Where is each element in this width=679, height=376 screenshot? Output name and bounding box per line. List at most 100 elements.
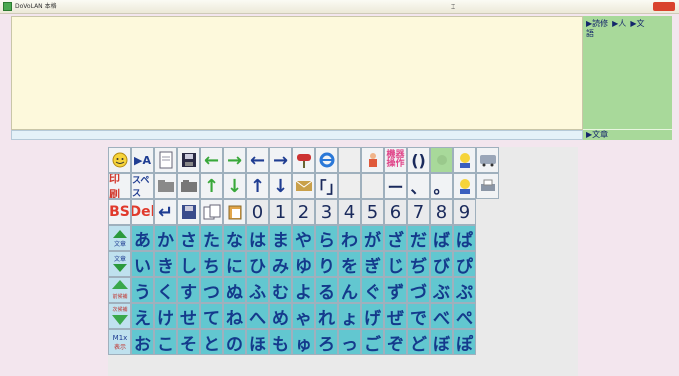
kana-key[interactable]: よ: [292, 277, 315, 303]
panel-footer-link[interactable]: ▶文章: [583, 129, 672, 140]
kana-key[interactable]: そ: [177, 329, 200, 355]
kana-key[interactable]: わ: [338, 225, 361, 251]
arrow-up-green-icon[interactable]: ↑: [200, 173, 223, 199]
mailbox-icon[interactable]: [292, 147, 315, 173]
kana-key[interactable]: ぞ: [384, 329, 407, 355]
kana-key[interactable]: ば: [430, 225, 453, 251]
kana-key[interactable]: じ: [384, 251, 407, 277]
mascot-icon[interactable]: [453, 147, 476, 173]
kana-key[interactable]: ち: [200, 251, 223, 277]
kana-key[interactable]: ぼ: [430, 329, 453, 355]
kana-key[interactable]: は: [246, 225, 269, 251]
number-key-7[interactable]: 7: [407, 199, 430, 225]
kana-key[interactable]: さ: [177, 225, 200, 251]
new-document-icon[interactable]: [154, 147, 177, 173]
kana-key[interactable]: せ: [177, 303, 200, 329]
panel-link-2[interactable]: ▶文: [630, 19, 644, 28]
kana-key[interactable]: ず: [384, 277, 407, 303]
arrow-left-blue-icon[interactable]: ←: [246, 147, 269, 173]
period-key[interactable]: 。: [430, 173, 453, 199]
green-option-key[interactable]: [430, 147, 453, 173]
kana-key[interactable]: り: [315, 251, 338, 277]
number-key-4[interactable]: 4: [338, 199, 361, 225]
kana-key[interactable]: だ: [407, 225, 430, 251]
delete-key[interactable]: Del: [131, 199, 154, 225]
kana-key[interactable]: ぜ: [384, 303, 407, 329]
kana-key[interactable]: へ: [246, 303, 269, 329]
kana-key[interactable]: か: [154, 225, 177, 251]
comma-key[interactable]: 、: [407, 173, 430, 199]
kana-key[interactable]: ぴ: [453, 251, 476, 277]
save-disk-icon[interactable]: [177, 147, 200, 173]
kana-key[interactable]: っ: [338, 329, 361, 355]
number-key-6[interactable]: 6: [384, 199, 407, 225]
number-key-2[interactable]: 2: [292, 199, 315, 225]
device-control-button[interactable]: 機器操作: [384, 147, 407, 173]
panel-link-0[interactable]: ▶読修: [586, 19, 608, 28]
kana-key[interactable]: で: [407, 303, 430, 329]
copy-icon[interactable]: [200, 199, 223, 225]
kana-key[interactable]: み: [269, 251, 292, 277]
kana-key[interactable]: お: [131, 329, 154, 355]
kana-key[interactable]: い: [131, 251, 154, 277]
bracket-key[interactable]: 「」: [315, 173, 338, 199]
mascot-icon[interactable]: [453, 173, 476, 199]
kana-key[interactable]: て: [200, 303, 223, 329]
kana-key[interactable]: ん: [338, 277, 361, 303]
kana-key[interactable]: と: [200, 329, 223, 355]
sentence-up-button[interactable]: 文章: [108, 225, 131, 251]
kana-key[interactable]: ぢ: [407, 251, 430, 277]
browser-e-icon[interactable]: [315, 147, 338, 173]
kana-key[interactable]: ゅ: [292, 329, 315, 355]
smiley-icon[interactable]: [108, 147, 131, 173]
save-icon[interactable]: [177, 199, 200, 225]
kana-key[interactable]: ね: [223, 303, 246, 329]
kana-key[interactable]: う: [131, 277, 154, 303]
number-key-9[interactable]: 9: [453, 199, 476, 225]
kana-key[interactable]: ろ: [315, 329, 338, 355]
number-key-5[interactable]: 5: [361, 199, 384, 225]
kana-key[interactable]: ざ: [384, 225, 407, 251]
kana-key[interactable]: つ: [200, 277, 223, 303]
kana-key[interactable]: ま: [269, 225, 292, 251]
kana-key[interactable]: の: [223, 329, 246, 355]
folder-icon[interactable]: [154, 173, 177, 199]
kana-key[interactable]: ぐ: [361, 277, 384, 303]
kana-key[interactable]: る: [315, 277, 338, 303]
kana-key[interactable]: び: [430, 251, 453, 277]
kana-key[interactable]: ょ: [338, 303, 361, 329]
kana-key[interactable]: ぽ: [453, 329, 476, 355]
kana-key[interactable]: に: [223, 251, 246, 277]
display-button[interactable]: M1x 表示: [108, 329, 131, 355]
space-button[interactable]: スペス: [131, 173, 154, 199]
arrow-right-blue-icon[interactable]: →: [269, 147, 292, 173]
kana-key[interactable]: ぺ: [453, 303, 476, 329]
kana-key[interactable]: が: [361, 225, 384, 251]
kana-key[interactable]: づ: [407, 277, 430, 303]
kana-key[interactable]: や: [292, 225, 315, 251]
kana-key[interactable]: ぱ: [453, 225, 476, 251]
kana-key[interactable]: な: [223, 225, 246, 251]
kana-key[interactable]: け: [154, 303, 177, 329]
print-button[interactable]: 印刷: [108, 173, 131, 199]
sentence-down-button[interactable]: 文章: [108, 251, 131, 277]
paren-key[interactable]: (): [407, 147, 430, 173]
kana-key[interactable]: ゆ: [292, 251, 315, 277]
paste-icon[interactable]: [223, 199, 246, 225]
previous-candidate-button[interactable]: 前候補: [108, 277, 131, 303]
arrow-down-green-icon[interactable]: ↓: [223, 173, 246, 199]
font-size-button[interactable]: ▶A: [131, 147, 154, 173]
kana-key[interactable]: た: [200, 225, 223, 251]
close-button[interactable]: [653, 2, 675, 11]
arrow-right-green-icon[interactable]: →: [223, 147, 246, 173]
kana-key[interactable]: き: [154, 251, 177, 277]
backspace-key[interactable]: BS: [108, 199, 131, 225]
kana-key[interactable]: も: [269, 329, 292, 355]
kana-key[interactable]: ぬ: [223, 277, 246, 303]
kana-key[interactable]: ど: [407, 329, 430, 355]
text-editor[interactable]: [11, 16, 583, 130]
person-icon[interactable]: [361, 147, 384, 173]
kana-key[interactable]: げ: [361, 303, 384, 329]
enter-icon[interactable]: ↵: [154, 199, 177, 225]
folder-open-icon[interactable]: [177, 173, 200, 199]
